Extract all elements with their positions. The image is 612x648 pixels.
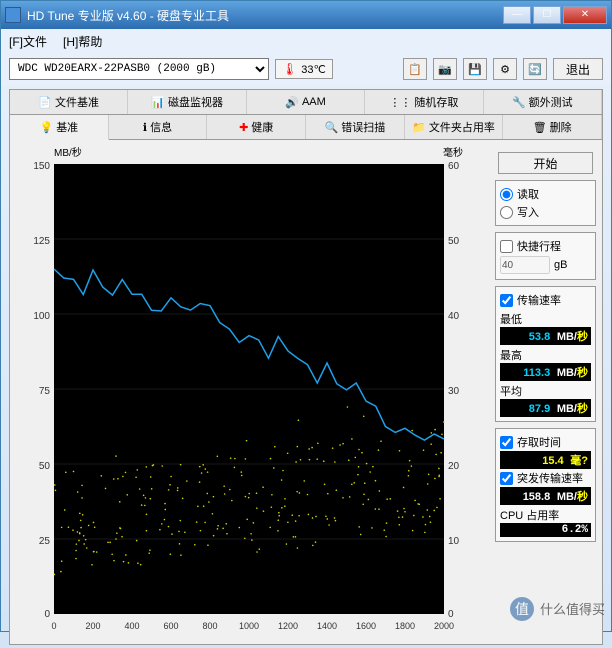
read-radio[interactable] (500, 188, 513, 201)
svg-text:800: 800 (202, 621, 217, 631)
svg-text:1600: 1600 (356, 621, 376, 631)
svg-text:2000: 2000 (434, 621, 454, 631)
monitor-icon: 📊 (151, 96, 165, 109)
avg-label: 平均 (500, 383, 591, 399)
app-icon (5, 7, 21, 23)
health-icon: ✚ (239, 121, 248, 134)
tab-benchmark[interactable]: 💡基准 (10, 115, 109, 140)
toolbar: WDC WD20EARX-22PASB0 (2000 gB) 🌡 33℃ 📋 📷… (1, 53, 611, 85)
copy-info-button[interactable]: 📋 (403, 58, 427, 80)
benchmark-chart: MB/秒 毫秒 150125100 7550250 60504 (14, 144, 493, 644)
tab-error-scan[interactable]: 🔍错误扫描 (306, 115, 405, 139)
bulb-icon: 💡 (39, 121, 53, 134)
svg-text:0: 0 (448, 609, 454, 620)
tab-extra-test[interactable]: 🔧额外测试 (484, 90, 602, 114)
cpu-usage-value: 6.2% (500, 523, 591, 537)
svg-text:40: 40 (448, 311, 460, 322)
svg-text:600: 600 (163, 621, 178, 631)
titlebar: HD Tune 专业版 v4.60 - 硬盘专业工具 — ☐ ✕ (1, 1, 611, 29)
access-time-value: 15.4 毫? (500, 451, 591, 469)
svg-text:10: 10 (448, 536, 460, 547)
transfer-rate-checkbox[interactable] (500, 294, 513, 307)
svg-text:100: 100 (33, 311, 50, 322)
svg-text:75: 75 (39, 386, 51, 397)
tab-erase[interactable]: 🗑删除 (503, 115, 602, 139)
window-title: HD Tune 专业版 v4.60 - 硬盘专业工具 (27, 7, 503, 24)
write-radio[interactable] (500, 206, 513, 219)
svg-text:60: 60 (448, 161, 460, 172)
tab-folder-usage[interactable]: 📁文件夹占用率 (405, 115, 504, 139)
svg-text:0: 0 (44, 609, 50, 620)
max-label: 最高 (500, 347, 591, 363)
speaker-icon: 🔊 (285, 96, 299, 109)
svg-text:125: 125 (33, 236, 50, 247)
burst-rate-checkbox[interactable] (500, 472, 513, 485)
svg-text:值: 值 (515, 601, 529, 617)
svg-text:20: 20 (448, 461, 460, 472)
trash-icon: 🗑 (533, 121, 547, 134)
svg-text:50: 50 (39, 461, 51, 472)
cpu-usage-label: CPU 占用率 (500, 507, 591, 523)
svg-text:400: 400 (124, 621, 139, 631)
chart-svg: 150125100 7550250 605040 3020100 0200400… (14, 159, 474, 644)
tab-disk-monitor[interactable]: 📊磁盘监视器 (128, 90, 246, 114)
options-button[interactable]: ⚙ (493, 58, 517, 80)
exit-button[interactable]: 退出 (553, 58, 603, 80)
maximize-button[interactable]: ☐ (533, 6, 561, 24)
svg-text:1200: 1200 (278, 621, 298, 631)
search-icon: 🔍 (325, 121, 339, 134)
access-time-checkbox[interactable] (500, 436, 513, 449)
start-button[interactable]: 开始 (498, 152, 593, 174)
menu-file[interactable]: [F]文件 (9, 33, 47, 50)
short-stroke-checkbox[interactable] (500, 240, 513, 253)
tab-random-access[interactable]: ⋮⋮随机存取 (365, 90, 483, 114)
svg-text:0: 0 (51, 621, 56, 631)
file-icon: 📄 (38, 96, 52, 109)
tabs-row-top: 📄文件基准 📊磁盘监视器 🔊AAM ⋮⋮随机存取 🔧额外测试 (10, 90, 602, 115)
svg-text:25: 25 (39, 536, 51, 547)
minimize-button[interactable]: — (503, 6, 531, 24)
y-left-label: MB/秒 (54, 144, 82, 159)
menubar: [F]文件 [H]帮助 (1, 29, 611, 53)
close-button[interactable]: ✕ (563, 6, 607, 24)
svg-text:30: 30 (448, 386, 460, 397)
tab-aam[interactable]: 🔊AAM (247, 90, 365, 114)
screenshot-button[interactable]: 📷 (433, 58, 457, 80)
svg-text:150: 150 (33, 161, 50, 172)
side-panel: 开始 读取 写入 快捷行程 gB 传输速率 最低 53.8 MB/秒 最高 11… (493, 144, 598, 644)
svg-text:50: 50 (448, 236, 460, 247)
test-icon: 🔧 (512, 96, 526, 109)
tabs-row-bottom: 💡基准 ℹ信息 ✚健康 🔍错误扫描 📁文件夹占用率 🗑删除 (10, 115, 602, 140)
refresh-button[interactable]: 🔄 (523, 58, 547, 80)
thermometer-icon: 🌡 (282, 62, 297, 76)
max-value: 113.3 MB/秒 (500, 363, 591, 381)
random-icon: ⋮⋮ (389, 96, 411, 109)
temperature-display: 🌡 33℃ (275, 59, 333, 79)
tab-info[interactable]: ℹ信息 (109, 115, 208, 139)
burst-rate-value: 158.8 MB/秒 (500, 487, 591, 505)
menu-help[interactable]: [H]帮助 (63, 33, 102, 50)
drive-select[interactable]: WDC WD20EARX-22PASB0 (2000 gB) (9, 58, 269, 80)
svg-text:什么值得买: 什么值得买 (540, 602, 605, 617)
short-stroke-value[interactable] (500, 256, 550, 274)
min-label: 最低 (500, 311, 591, 327)
watermark: 值什么值得买 (508, 595, 608, 628)
svg-text:1400: 1400 (317, 621, 337, 631)
tab-health[interactable]: ✚健康 (207, 115, 306, 139)
svg-text:1000: 1000 (239, 621, 259, 631)
folder-icon: 📁 (412, 121, 426, 134)
svg-text:200: 200 (85, 621, 100, 631)
save-button[interactable]: 💾 (463, 58, 487, 80)
tab-file-benchmark[interactable]: 📄文件基准 (10, 90, 128, 114)
y-right-label: 毫秒 (443, 144, 463, 159)
avg-value: 87.9 MB/秒 (500, 399, 591, 417)
svg-text:1800: 1800 (395, 621, 415, 631)
info-icon: ℹ (143, 121, 147, 134)
min-value: 53.8 MB/秒 (500, 327, 591, 345)
